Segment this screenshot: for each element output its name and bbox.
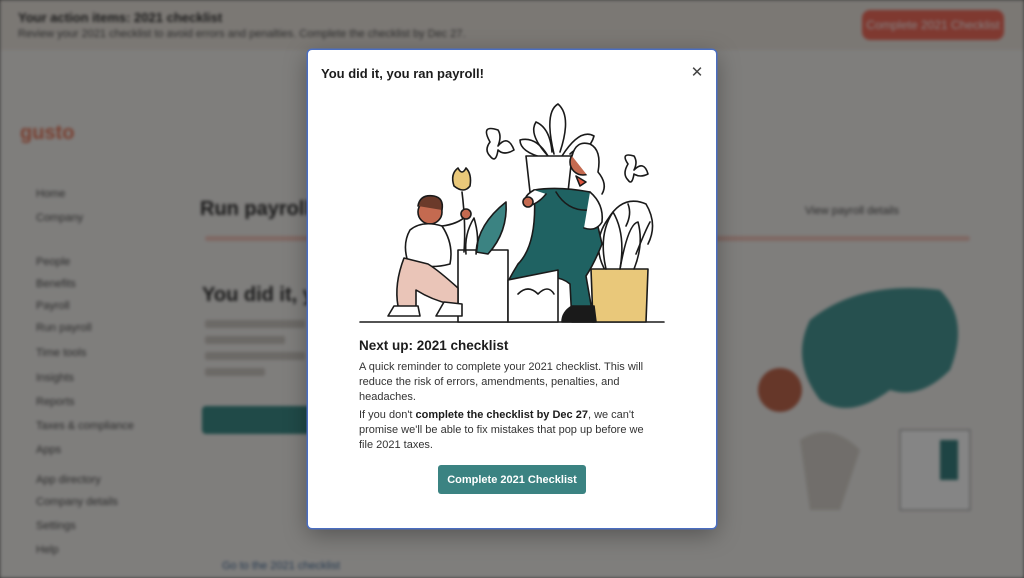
complete-checklist-button[interactable]: Complete 2021 Checklist	[438, 465, 586, 494]
close-icon[interactable]: ✕	[688, 64, 706, 82]
modal-paragraph: A quick reminder to complete your 2021 c…	[359, 361, 644, 403]
modal-heading: Next up: 2021 checklist	[359, 338, 509, 353]
payroll-complete-modal: You did it, you ran payroll! ✕ Next up: …	[308, 50, 716, 528]
paragraph-prefix: If you don't	[359, 409, 416, 421]
modal-title: You did it, you ran payroll!	[321, 66, 484, 81]
payroll-celebration-illustration	[359, 103, 665, 323]
deadline-paragraph: If you don't complete the checklist by D…	[359, 408, 659, 453]
deadline-emphasis: complete the checklist by Dec 27	[415, 409, 588, 421]
